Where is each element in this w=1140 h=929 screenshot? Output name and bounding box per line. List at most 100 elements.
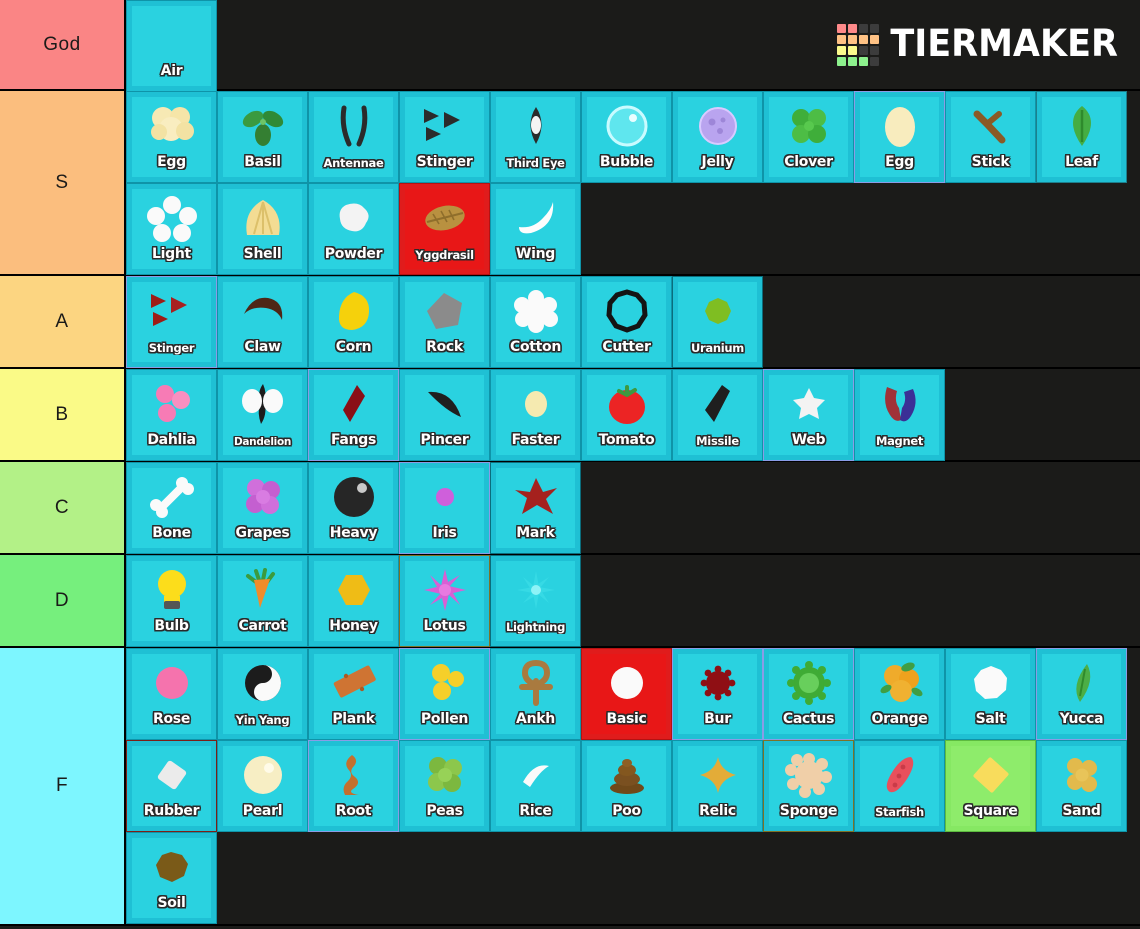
tile-label: Dahlia <box>147 432 196 448</box>
tile-inner: Dandelion <box>223 375 302 455</box>
tile-label: Cotton <box>509 339 562 355</box>
tile-label: Root <box>335 803 372 819</box>
tile-label: Lotus <box>423 618 466 634</box>
tier-label-c[interactable]: C <box>0 462 126 553</box>
tier-item-basic[interactable]: Basic <box>581 648 672 740</box>
tile-label: Stick <box>971 154 1010 170</box>
dandelion-icon <box>223 381 302 427</box>
tier-item-bone[interactable]: Bone <box>126 462 217 554</box>
rubber-icon <box>132 752 211 798</box>
tier-item-dandelion[interactable]: Dandelion <box>217 369 308 461</box>
tier-label-d[interactable]: D <box>0 555 126 646</box>
tier-item-bulb[interactable]: Bulb <box>126 555 217 647</box>
tier-item-jelly[interactable]: Jelly <box>672 91 763 183</box>
tier-item-cutter[interactable]: Cutter <box>581 276 672 368</box>
tier-item-sand[interactable]: Sand <box>1036 740 1127 832</box>
tier-item-relic[interactable]: Relic <box>672 740 763 832</box>
tier-item-yucca[interactable]: Yucca <box>1036 648 1127 740</box>
tier-item-third-eye[interactable]: Third Eye <box>490 91 581 183</box>
tier-item-iris[interactable]: Iris <box>399 462 490 554</box>
tier-item-claw[interactable]: Claw <box>217 276 308 368</box>
tier-item-cotton[interactable]: Cotton <box>490 276 581 368</box>
tier-item-cactus[interactable]: Cactus <box>763 648 854 740</box>
tier-item-clover[interactable]: Clover <box>763 91 854 183</box>
tier-item-rubber[interactable]: Rubber <box>126 740 217 832</box>
tier-item-poo[interactable]: Poo <box>581 740 672 832</box>
tier-item-bur[interactable]: Bur <box>672 648 763 740</box>
tier-item-missile[interactable]: Missile <box>672 369 763 461</box>
tier-item-tomato[interactable]: Tomato <box>581 369 672 461</box>
tier-item-basil[interactable]: Basil <box>217 91 308 183</box>
tier-item-fangs[interactable]: Fangs <box>308 369 399 461</box>
tier-item-salt[interactable]: Salt <box>945 648 1036 740</box>
tier-item-air[interactable]: Air <box>126 0 217 92</box>
tier-item-grapes[interactable]: Grapes <box>217 462 308 554</box>
tier-item-pincer[interactable]: Pincer <box>399 369 490 461</box>
tile-inner: Tomato <box>587 375 666 455</box>
tier-item-ankh[interactable]: Ankh <box>490 648 581 740</box>
logo-cell-7 <box>870 34 880 44</box>
tile-label: Salt <box>975 711 1006 727</box>
tier-item-shell[interactable]: Shell <box>217 183 308 275</box>
tier-item-lotus[interactable]: Lotus <box>399 555 490 647</box>
tier-item-antennae[interactable]: Antennae <box>308 91 399 183</box>
tier-item-pollen[interactable]: Pollen <box>399 648 490 740</box>
corn-icon <box>314 288 393 334</box>
tier-item-leaf[interactable]: Leaf <box>1036 91 1127 183</box>
tier-label-b[interactable]: B <box>0 369 126 460</box>
tier-item-root[interactable]: Root <box>308 740 399 832</box>
tier-item-light[interactable]: Light <box>126 183 217 275</box>
tier-item-square[interactable]: Square <box>945 740 1036 832</box>
tier-item-orange[interactable]: Orange <box>854 648 945 740</box>
tier-item-lightning[interactable]: Lightning <box>490 555 581 647</box>
tier-item-rice[interactable]: Rice <box>490 740 581 832</box>
tier-item-wing[interactable]: Wing <box>490 183 581 275</box>
header-brand-area: TIERMAKER <box>217 0 1140 89</box>
tier-item-sponge[interactable]: Sponge <box>763 740 854 832</box>
tile-inner: Jelly <box>678 97 757 177</box>
tier-label-s[interactable]: S <box>0 91 126 274</box>
tier-item-mark[interactable]: Mark <box>490 462 581 554</box>
tier-item-stinger[interactable]: Stinger <box>399 91 490 183</box>
tier-item-heavy[interactable]: Heavy <box>308 462 399 554</box>
tile-inner: Poo <box>587 746 666 826</box>
stinger-red-icon <box>132 288 211 334</box>
tile-inner: Honey <box>314 561 393 641</box>
tier-item-dahlia[interactable]: Dahlia <box>126 369 217 461</box>
tier-item-yggdrasil[interactable]: Yggdrasil <box>399 183 490 275</box>
bur-icon <box>678 660 757 706</box>
tier-item-bubble[interactable]: Bubble <box>581 91 672 183</box>
tile-inner: Lightning <box>496 561 575 641</box>
tile-label: Corn <box>335 339 372 355</box>
tile-label: Orange <box>871 711 928 727</box>
tier-item-magnet[interactable]: Magnet <box>854 369 945 461</box>
tier-item-uranium[interactable]: Uranium <box>672 276 763 368</box>
tomato-icon <box>587 381 666 427</box>
rose-icon <box>132 660 211 706</box>
tier-label-f[interactable]: F <box>0 648 126 924</box>
tier-item-soil[interactable]: Soil <box>126 832 217 924</box>
tier-item-web[interactable]: Web <box>763 369 854 461</box>
tier-item-rock[interactable]: Rock <box>399 276 490 368</box>
tier-label-a[interactable]: A <box>0 276 126 367</box>
tier-item-rose[interactable]: Rose <box>126 648 217 740</box>
tier-item-carrot[interactable]: Carrot <box>217 555 308 647</box>
tier-item-faster[interactable]: Faster <box>490 369 581 461</box>
tier-item-plank[interactable]: Plank <box>308 648 399 740</box>
tier-item-powder[interactable]: Powder <box>308 183 399 275</box>
tiermaker-logo[interactable]: TIERMAKER <box>837 23 1118 66</box>
tier-item-corn[interactable]: Corn <box>308 276 399 368</box>
logo-cell-0 <box>837 23 847 33</box>
tier-item-peas[interactable]: Peas <box>399 740 490 832</box>
tier-item-honey[interactable]: Honey <box>308 555 399 647</box>
plank-icon <box>314 660 393 706</box>
tier-item-stinger[interactable]: Stinger <box>126 276 217 368</box>
tier-item-egg[interactable]: Egg <box>854 91 945 183</box>
tier-item-pearl[interactable]: Pearl <box>217 740 308 832</box>
tier-item-yin-yang[interactable]: Yin Yang <box>217 648 308 740</box>
tier-item-egg[interactable]: Egg <box>126 91 217 183</box>
tier-item-starfish[interactable]: Starfish <box>854 740 945 832</box>
tier-item-stick[interactable]: Stick <box>945 91 1036 183</box>
tile-label: Carrot <box>238 618 287 634</box>
tier-label-god[interactable]: God <box>0 0 126 89</box>
